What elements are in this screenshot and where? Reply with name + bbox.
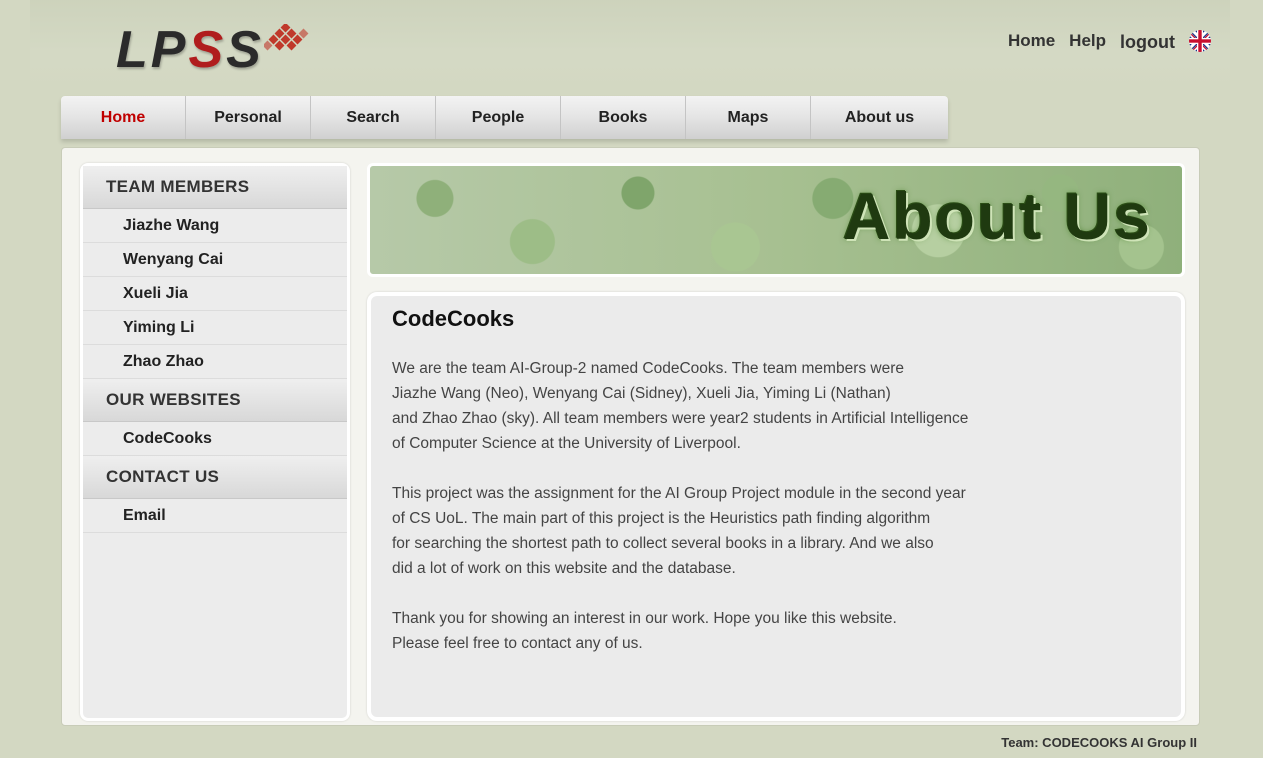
top-links: Home Help logout	[1008, 28, 1211, 53]
our-websites-heading: OUR WEBSITES	[83, 379, 347, 422]
nav-maps[interactable]: Maps	[686, 96, 811, 139]
text-line: of CS UoL. The main part of this project…	[392, 510, 931, 527]
paragraph-team: We are the team AI-Group-2 named CodeCoo…	[392, 356, 992, 456]
diamond-grid-icon	[264, 24, 309, 51]
main-nav: Home Personal Search People Books Maps A…	[61, 96, 948, 139]
team-members-heading: TEAM MEMBERS	[83, 166, 347, 209]
lpss-logo[interactable]: LPSS	[116, 22, 316, 82]
paragraph-project: This project was the assignment for the …	[392, 481, 992, 581]
text-line: for searching the shortest path to colle…	[392, 535, 934, 552]
content-title: CodeCooks	[392, 306, 515, 331]
text-line: Jiazhe Wang (Neo), Wenyang Cai (Sidney),…	[392, 385, 891, 402]
contact-us-heading: CONTACT US	[83, 456, 347, 499]
nav-search[interactable]: Search	[311, 96, 436, 139]
nav-home[interactable]: Home	[61, 96, 186, 139]
sidebar-item-zhao-zhao[interactable]: Zhao Zhao	[83, 345, 347, 379]
sidebar-item-jiazhe-wang[interactable]: Jiazhe Wang	[83, 209, 347, 243]
top-home-link[interactable]: Home	[1008, 31, 1055, 51]
sidebar-item-yiming-li[interactable]: Yiming Li	[83, 311, 347, 345]
logout-link[interactable]: logout	[1120, 32, 1175, 53]
text-line: We are the team AI-Group-2 named CodeCoo…	[392, 360, 905, 377]
sidebar-item-email[interactable]: Email	[83, 499, 347, 533]
text-line: and Zhao Zhao (sky). All team members we…	[392, 410, 969, 427]
text-line: Please feel free to contact any of us.	[392, 635, 643, 652]
text-line: This project was the assignment for the …	[392, 485, 966, 502]
text-line: of Computer Science at the University of…	[392, 435, 741, 452]
nav-about-us[interactable]: About us	[811, 96, 948, 139]
sidebar-item-codecooks[interactable]: CodeCooks	[83, 422, 347, 456]
about-us-banner: About Us	[367, 163, 1185, 277]
text-line: Thank you for showing an interest in our…	[392, 610, 897, 627]
nav-people[interactable]: People	[436, 96, 561, 139]
footer-team-credit: Team: CODECOOKS AI Group II	[1001, 735, 1197, 750]
sidebar-item-wenyang-cai[interactable]: Wenyang Cai	[83, 243, 347, 277]
sidebar-item-xueli-jia[interactable]: Xueli Jia	[83, 277, 347, 311]
top-help-link[interactable]: Help	[1069, 31, 1106, 51]
uk-flag-icon[interactable]	[1189, 29, 1211, 52]
paragraph-thanks: Thank you for showing an interest in our…	[392, 606, 992, 656]
banner-title: About Us	[842, 179, 1152, 253]
sidebar: TEAM MEMBERS Jiazhe Wang Wenyang Cai Xue…	[80, 163, 350, 721]
text-line: did a lot of work on this website and th…	[392, 560, 736, 577]
content-panel: CodeCooks We are the team AI-Group-2 nam…	[367, 292, 1185, 721]
nav-books[interactable]: Books	[561, 96, 686, 139]
nav-personal[interactable]: Personal	[186, 96, 311, 139]
